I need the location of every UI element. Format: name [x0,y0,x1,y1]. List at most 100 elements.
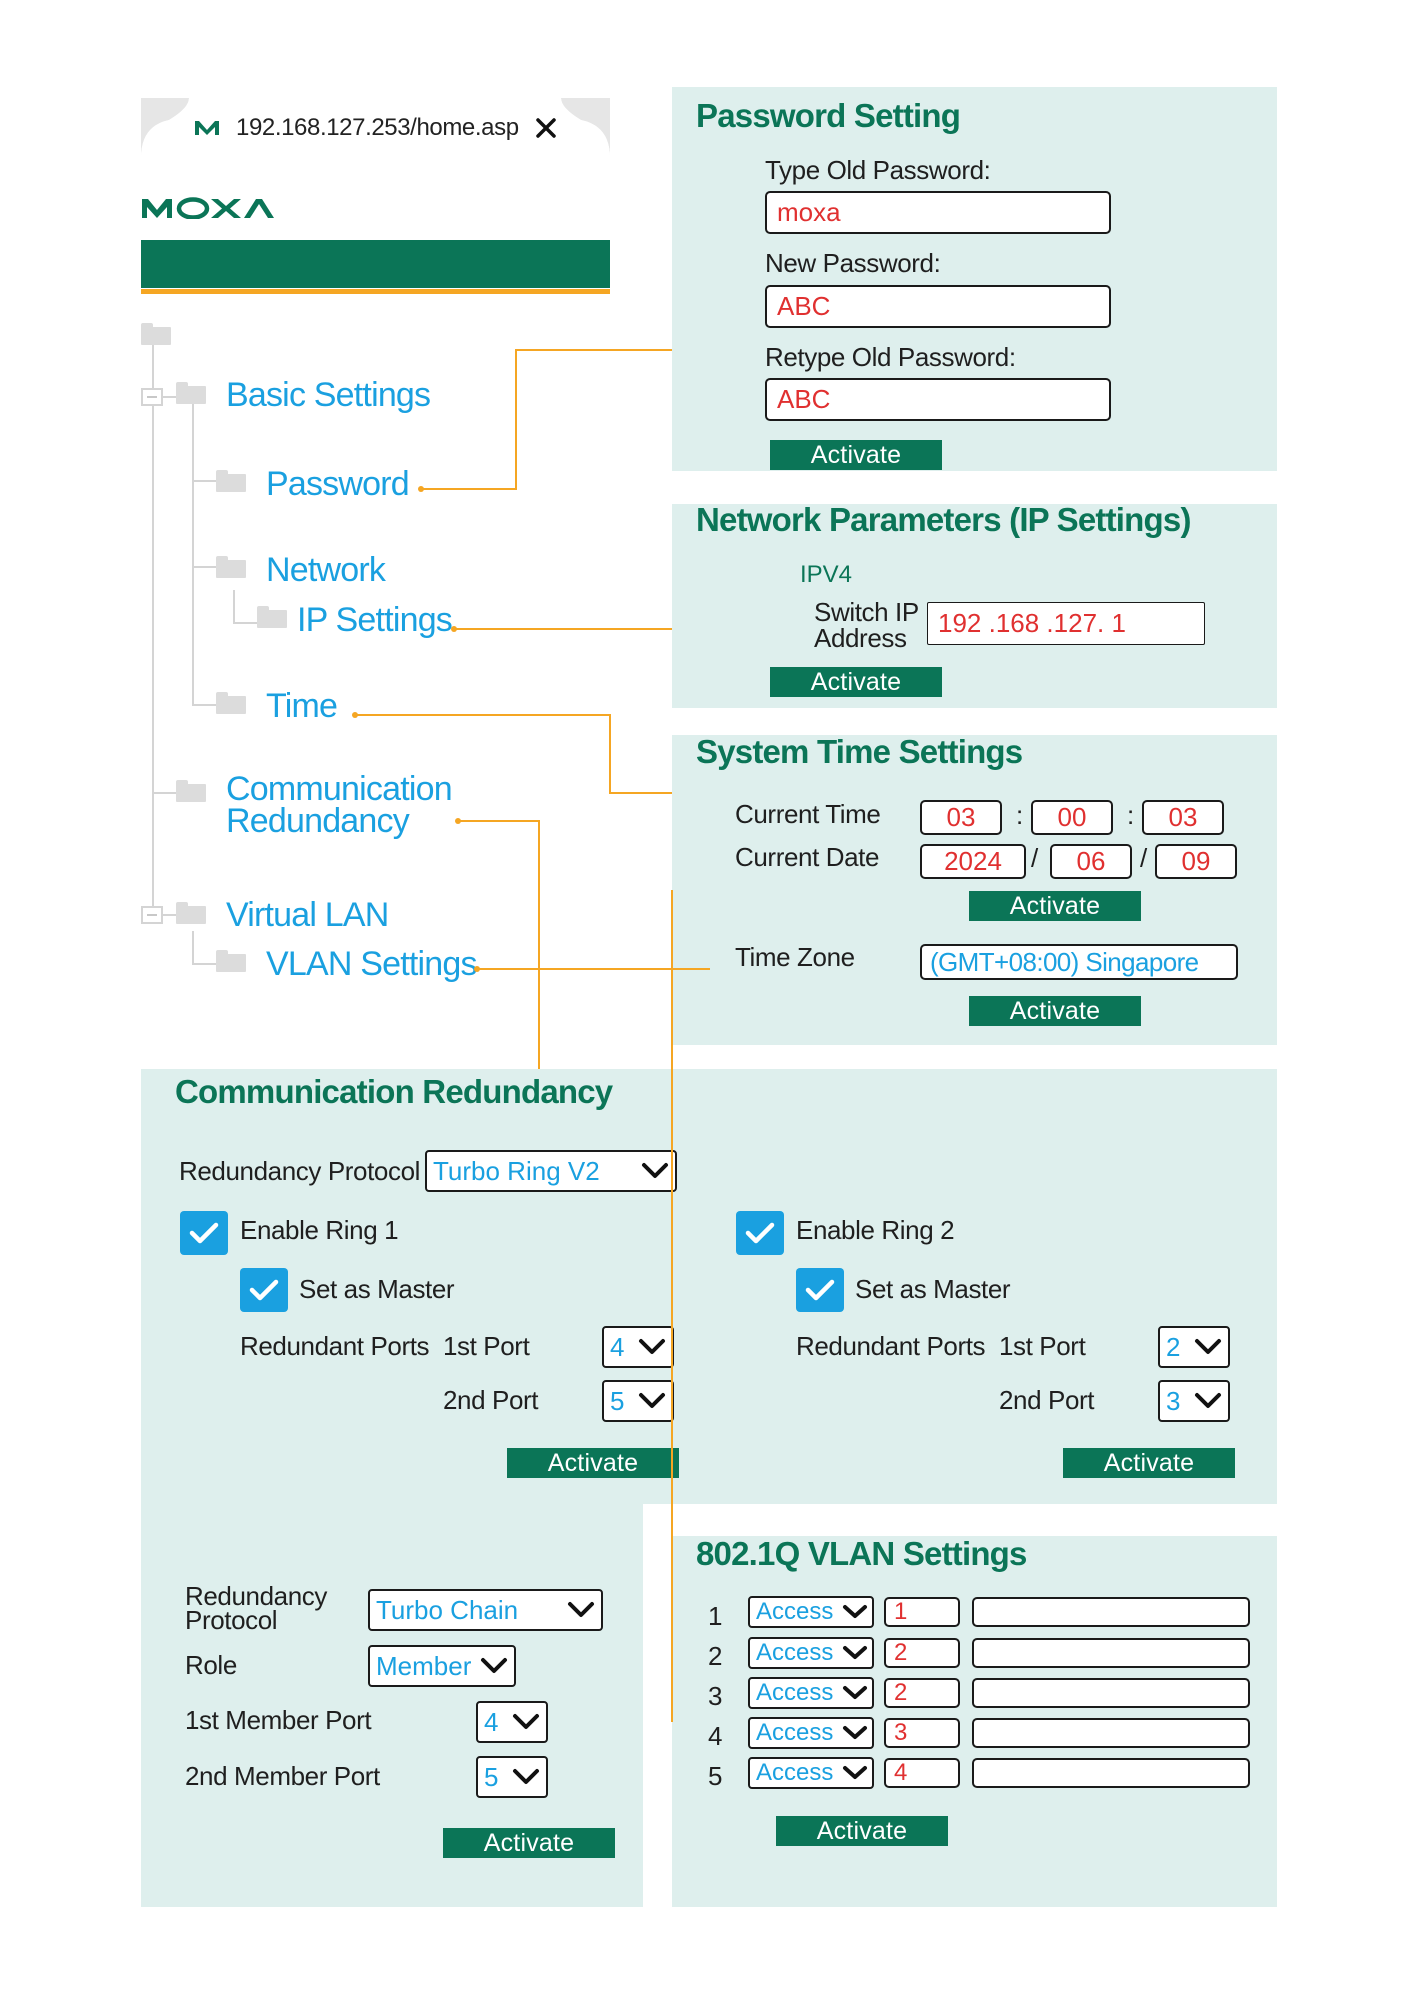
year-field[interactable]: 2024 [920,844,1026,879]
redundancy-protocol-select[interactable]: Turbo Ring V2 [425,1150,677,1192]
close-icon[interactable] [536,118,556,138]
ring2-master-checkbox[interactable] [796,1268,844,1312]
time-panel-title: System Time Settings [696,733,1023,770]
redundancy-panel-title: Communication Redundancy [175,1073,613,1110]
nav-network[interactable]: Network [266,551,386,590]
retype-password-field[interactable]: ABC [765,378,1111,421]
password-panel-title: Password Setting [696,97,961,134]
chain-activate-button[interactable]: Activate [443,1828,615,1858]
nav-time[interactable]: Time [266,687,338,726]
second-member-port-select[interactable]: 5 [476,1756,548,1798]
vlan-tagged-field[interactable] [972,1638,1250,1668]
chevron-down-icon [843,1766,867,1779]
date-separator: / [1140,843,1148,873]
ipv4-label: IPV4 [800,561,853,588]
redundancy-protocol-label: Redundancy Protocol [179,1156,420,1186]
url-text[interactable]: 192.168.127.253/home.asp [236,114,519,142]
ring1-first-port-select[interactable]: 4 [602,1326,674,1368]
ring1-first-port-label: 1st Port [443,1331,530,1361]
ring1-second-port-label: 2nd Port [443,1385,539,1415]
first-member-port-select[interactable]: 4 [476,1701,548,1743]
password-activate-button[interactable]: Activate [770,440,942,470]
vlan-tagged-field[interactable] [972,1678,1250,1708]
nav-communication-redundancy[interactable]: Communication Redundancy [226,770,453,838]
month-field[interactable]: 06 [1050,844,1132,879]
checkmark-icon [805,1279,835,1301]
current-date-label: Current Date [735,842,880,872]
vlan-tagged-field[interactable] [972,1718,1250,1748]
ip-settings-folder-icon [257,606,287,628]
ring1-activate-button[interactable]: Activate [507,1448,679,1478]
vlan-activate-button[interactable]: Activate [776,1816,948,1846]
second-field[interactable]: 03 [1142,800,1224,835]
day-field[interactable]: 09 [1155,844,1237,879]
new-password-label: New Password: [765,248,941,278]
vlan-pvid-field[interactable]: 2 [884,1678,960,1708]
nav-password[interactable]: Password [266,465,410,504]
root-folder-icon [141,323,171,345]
moxa-logo [142,197,274,219]
ring2-second-port-select[interactable]: 3 [1158,1380,1230,1422]
vlan-pvid-field[interactable]: 3 [884,1718,960,1748]
browser-tab[interactable]: 192.168.127.253/home.asp [141,98,610,158]
nav-virtual-lan[interactable]: Virtual LAN [226,896,389,935]
collapse-vlan-icon[interactable] [141,906,163,924]
vlan-mode-select[interactable]: Access [748,1637,874,1669]
enable-ring2-label: Enable Ring 2 [796,1215,955,1245]
vlan-mode-select[interactable]: Access [748,1717,874,1749]
switch-ip-label: Switch IP Address [814,597,919,653]
minute-field[interactable]: 00 [1031,800,1113,835]
network-panel-title: Network Parameters (IP Settings) [696,501,1191,538]
old-password-field[interactable]: moxa [765,191,1111,234]
collapse-basic-icon[interactable] [141,388,163,406]
new-password-field[interactable]: ABC [765,285,1111,328]
vlan-port-number: 4 [708,1721,723,1751]
ring2-activate-button[interactable]: Activate [1063,1448,1235,1478]
nav-vlan-settings[interactable]: VLAN Settings [266,945,478,984]
role-select[interactable]: Member [368,1645,516,1687]
nav-basic-settings[interactable]: Basic Settings [226,376,431,415]
checkmark-icon [745,1222,775,1244]
chain-protocol-select[interactable]: Turbo Chain [368,1589,603,1631]
chevron-down-icon [568,1602,594,1617]
vlan-pvid-field[interactable]: 1 [884,1597,960,1627]
vlan-tagged-field[interactable] [972,1758,1250,1788]
vlan-pvid-field[interactable]: 2 [884,1638,960,1668]
vlan-pvid-field[interactable]: 4 [884,1758,960,1788]
enable-ring1-checkbox[interactable] [180,1211,228,1255]
vlan-tagged-field[interactable] [972,1597,1250,1627]
chevron-down-icon [642,1163,668,1178]
vlan-mode-select[interactable]: Access [748,1596,874,1628]
moxa-m-icon [195,121,219,135]
switch-ip-field[interactable]: 192 .168 .127. 1 [927,602,1205,645]
nav-comm-line1: Communication [226,770,453,808]
enable-ring2-checkbox[interactable] [736,1211,784,1255]
time-zone-label: Time Zone [735,942,855,972]
time-zone-activate-button[interactable]: Activate [969,996,1141,1026]
network-folder-icon [216,556,246,578]
network-activate-button[interactable]: Activate [770,667,942,697]
chevron-down-icon [1195,1339,1221,1354]
nav-ip-settings[interactable]: IP Settings [297,601,453,640]
chevron-down-icon [1195,1393,1221,1408]
hour-field[interactable]: 03 [920,800,1002,835]
chevron-down-icon [513,1714,539,1729]
chevron-down-icon [639,1393,665,1408]
time-activate-button[interactable]: Activate [969,891,1141,921]
enable-ring1-label: Enable Ring 1 [240,1215,399,1245]
vlan-mode-select[interactable]: Access [748,1757,874,1789]
ring2-master-label: Set as Master [855,1274,1011,1304]
ring2-first-port-select[interactable]: 2 [1158,1326,1230,1368]
time-separator: : [1127,800,1135,830]
ring1-second-port-select[interactable]: 5 [602,1380,674,1422]
time-zone-field[interactable]: (GMT+08:00) Singapore [920,944,1238,980]
chevron-down-icon [843,1686,867,1699]
ring1-master-checkbox[interactable] [240,1268,288,1312]
current-time-label: Current Time [735,799,881,829]
checkmark-icon [249,1279,279,1301]
retype-password-label: Retype Old Password: [765,342,1016,372]
vlan-mode-select[interactable]: Access [748,1677,874,1709]
ring2-redundant-ports-label: Redundant Ports [796,1331,986,1361]
password-folder-icon [216,470,246,492]
old-password-label: Type Old Password: [765,155,991,185]
